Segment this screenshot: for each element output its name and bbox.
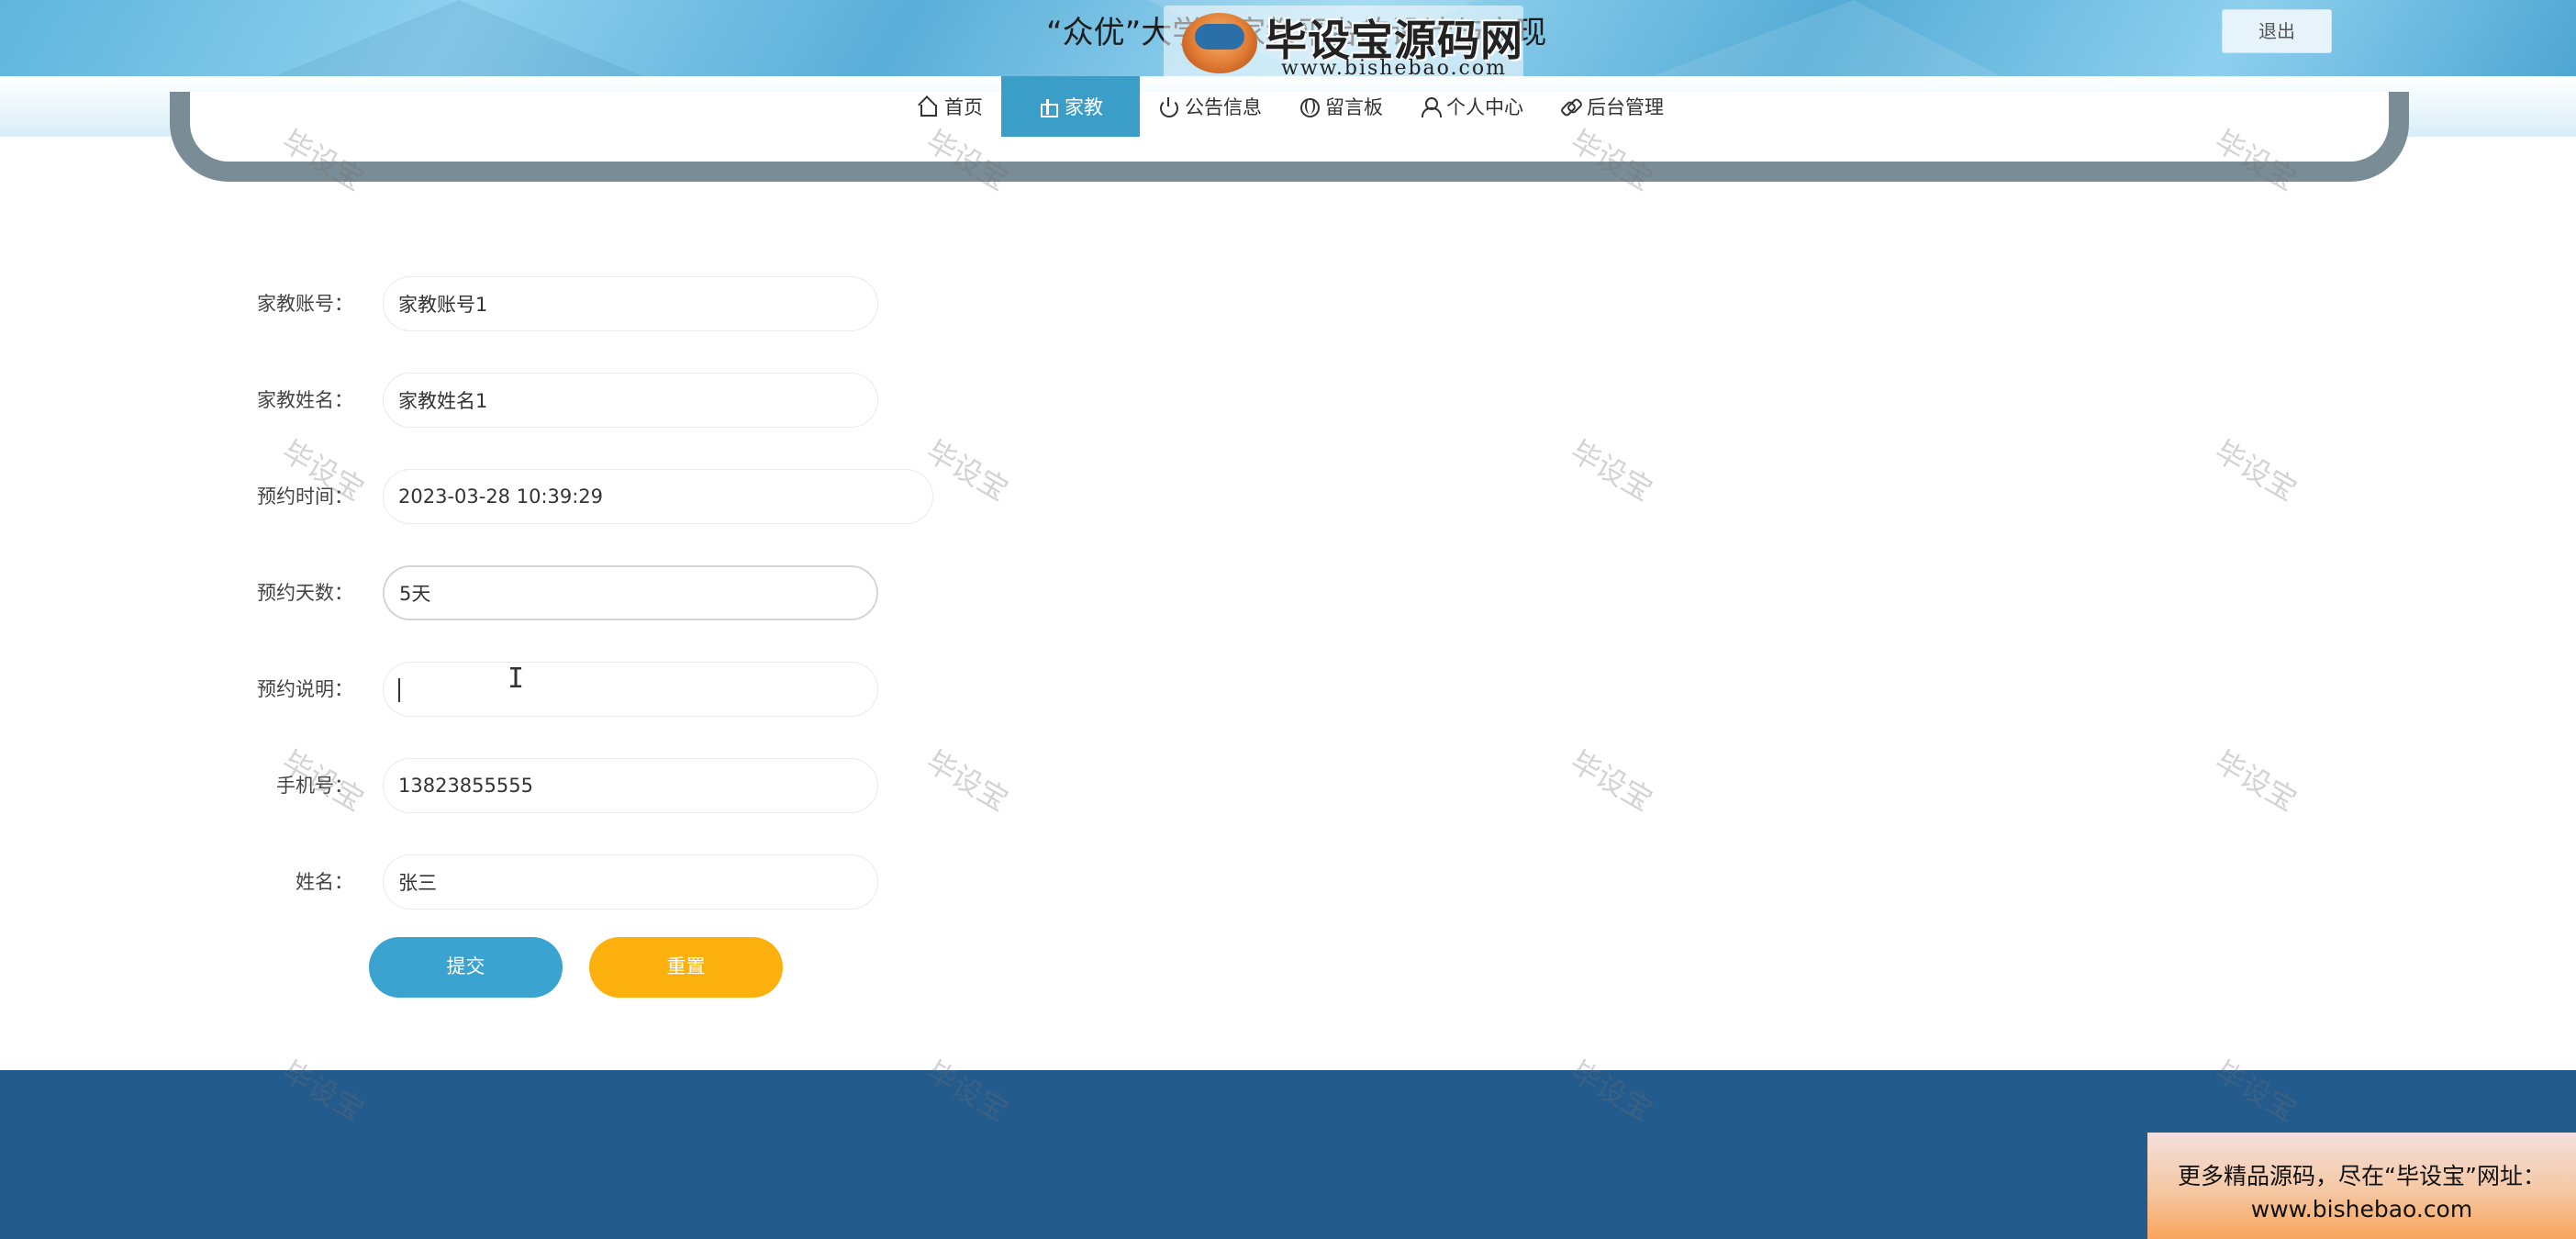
globe-icon: [1299, 96, 1320, 117]
nav-item-message-board[interactable]: 留言板: [1280, 76, 1401, 137]
watermark-text: 毕设宝: [920, 743, 1015, 819]
booking-days-input[interactable]: [383, 565, 878, 620]
nav-item-label: 家教: [1065, 96, 1103, 118]
booking-days-label: 预约天数：: [257, 582, 353, 604]
tutor-name-label: 家教姓名：: [257, 389, 353, 411]
watermark-logo: 毕设宝源码网 www.bishebao.com: [1164, 6, 1523, 76]
watermark-url: www.bishebao.com: [1281, 57, 1507, 76]
nav-item-home[interactable]: 首页: [899, 76, 1001, 137]
watermark-text: 毕设宝: [1564, 433, 1659, 508]
home-icon: [918, 96, 938, 117]
name-input[interactable]: [383, 854, 878, 910]
booking-time-input[interactable]: [383, 469, 933, 524]
power-icon: [1158, 96, 1178, 117]
watermark-text: 毕设宝: [2208, 433, 2303, 508]
watermark-text: 毕设宝: [2208, 743, 2303, 819]
booking-time-label: 预约时间：: [257, 486, 353, 508]
banner-facet: [275, 0, 642, 76]
phone-input[interactable]: [383, 758, 878, 813]
tutor-account-label: 家教账号：: [257, 293, 353, 315]
nav-item-label: 公告信息: [1185, 96, 1262, 118]
logout-button[interactable]: 退出: [2222, 9, 2332, 53]
tutor-account-input[interactable]: [383, 276, 878, 331]
ibeam-cursor-icon: I: [507, 663, 525, 695]
header-banner: “众优”大学生家教平台的设计与实现 毕设宝源码网 www.bishebao.co…: [0, 0, 2576, 76]
banner-facet: [1652, 0, 2001, 76]
nav-item-label: 个人中心: [1446, 96, 1523, 118]
tutor-name-input[interactable]: [383, 373, 878, 428]
nav-item-label: 后台管理: [1587, 96, 1664, 118]
nav-item-label: 留言板: [1325, 96, 1383, 118]
name-label: 姓名：: [296, 871, 353, 893]
submit-button[interactable]: 提交: [369, 937, 563, 998]
reset-button[interactable]: 重置: [589, 937, 783, 998]
user-icon: [1420, 96, 1442, 117]
nav-item-profile[interactable]: 个人中心: [1401, 76, 1542, 137]
nav-item-announcements[interactable]: 公告信息: [1140, 76, 1280, 137]
nav-item-tutor[interactable]: 家教: [1001, 76, 1140, 137]
nav-item-admin[interactable]: 后台管理: [1542, 76, 1682, 137]
mascot-icon: [1182, 13, 1257, 73]
booking-note-input[interactable]: [383, 662, 878, 717]
link-icon: [1560, 96, 1580, 117]
promo-line-1: 更多精品源码，尽在“毕设宝”网址：: [2178, 1163, 2546, 1189]
watermark-text: 毕设宝: [1564, 743, 1659, 819]
phone-label: 手机号：: [276, 775, 353, 797]
booking-note-label: 预约说明：: [257, 678, 353, 700]
text-caret: [398, 678, 400, 702]
main-nav: 首页 家教 公告信息 留言板 个人中心 后台管理: [899, 76, 1682, 137]
gift-icon: [1038, 96, 1058, 117]
nav-item-label: 首页: [944, 96, 983, 118]
watermark-text: 毕设宝: [920, 433, 1015, 508]
promo-line-2: www.bishebao.com: [2250, 1196, 2473, 1222]
promo-banner[interactable]: 更多精品源码，尽在“毕设宝”网址： www.bishebao.com: [2147, 1133, 2576, 1239]
